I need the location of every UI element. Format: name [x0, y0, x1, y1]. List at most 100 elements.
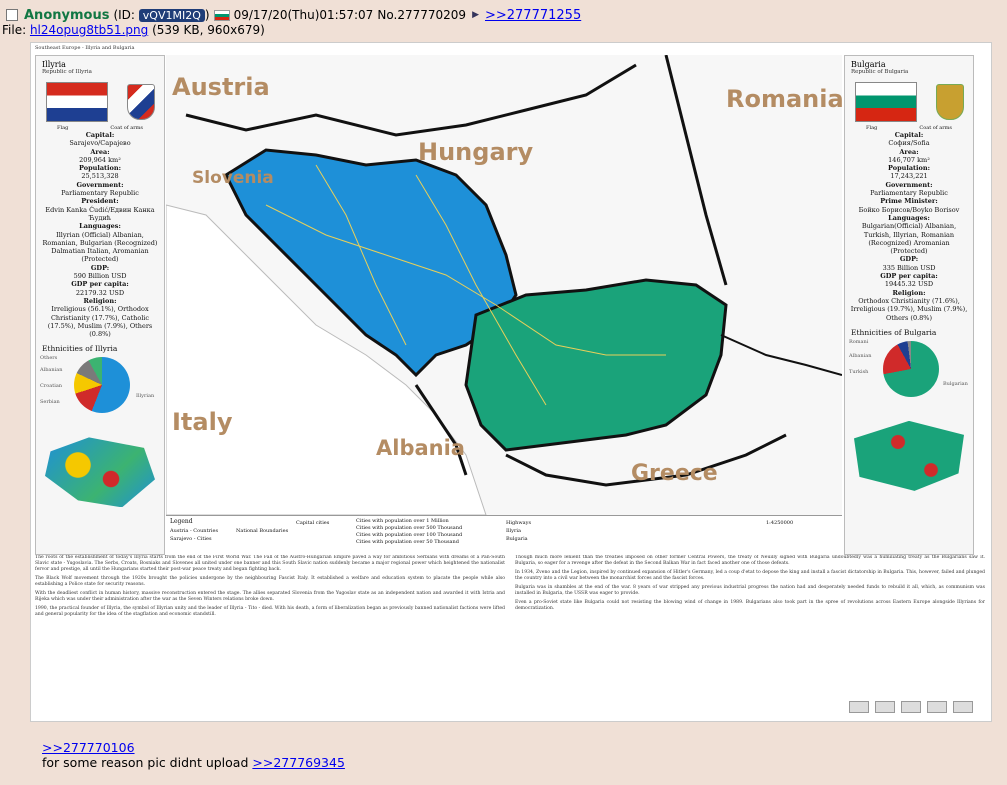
illyria-fact: Government: Parliamentary Republic	[61, 180, 139, 198]
bulgaria-fact: Prime Minister: Бойко Борисов/Boyko Boris…	[858, 197, 960, 214]
bulgaria-fact: Religion: Orthodox Christianity (71.6%), …	[850, 288, 968, 322]
poster-name: Anonymous	[24, 7, 110, 23]
pie-label: Croatian	[40, 383, 63, 390]
logo-icon	[901, 701, 921, 713]
legend-title: Legend	[170, 518, 193, 525]
bulgaria-flag-caption: Flag	[866, 125, 878, 131]
illyria-info-panel: Illyria Republic of Illyria Flag Coat of…	[35, 55, 165, 555]
illyria-flag-caption: Flag	[57, 125, 69, 131]
legend-item: Cities with population over 50 Thousand	[356, 539, 459, 545]
bulgaria-fact: GDP: 335 Billion USD	[882, 255, 936, 272]
pie-label: Bulgarian	[943, 380, 968, 387]
legend-item: Cities with population over 100 Thousand	[356, 532, 463, 538]
history-paragraph: The Black Wolf movement through the 1920…	[35, 576, 505, 587]
bulgaria-coa-caption: Coat of arms	[919, 125, 952, 131]
illyria-fact: GDP: 590 Billion USD	[73, 263, 127, 281]
pie-label: Albanian	[40, 367, 63, 374]
legend-item: Illyria	[506, 528, 521, 534]
pie-label: Albanian	[849, 352, 872, 359]
bulgaria-fact: Languages: Bulgarian(Official) Albanian, …	[861, 213, 957, 256]
illyria-flag	[45, 82, 108, 122]
legend-item: Capital cities	[296, 520, 330, 526]
bulgaria-name: Bulgaria	[851, 60, 886, 69]
legend-item: Austria - Countries	[170, 528, 219, 534]
balkan-map: Austria Hungary Romania Slovenia Italy A…	[166, 55, 842, 515]
logo-icon	[953, 701, 973, 713]
pie-label: Serbian	[40, 399, 60, 406]
file-meta: (539 KB, 960x679)	[152, 23, 265, 37]
quote-link[interactable]: >>277770106	[42, 740, 135, 755]
logo-icon	[927, 701, 947, 713]
bulgaria-ethnicity-pie	[883, 340, 939, 397]
bulgaria-fact: GDP per capita: 19445.32 USD	[880, 272, 938, 289]
legend-item: Cities with population over 500 Thousand	[356, 525, 463, 531]
post-number[interactable]: No.277770209	[377, 8, 466, 22]
post-image[interactable]: Southeast Europe - Illyria and Bulgaria …	[30, 42, 992, 722]
bulgaria-ethnicities-title: Ethnicities of Bulgaria	[851, 327, 937, 337]
legend-scale: 1:4250000	[766, 520, 794, 526]
bulgaria-fact: Capital: София/Sofia	[888, 131, 930, 148]
logo-icon	[849, 701, 869, 713]
illyria-coa-caption: Coat of arms	[110, 125, 143, 131]
bulgaria-fact: Government: Parliamentary Republic	[870, 180, 948, 198]
logo-icon	[875, 701, 895, 713]
illyria-fact: President: Edvin Kanka Ćudić/Едвин Канка …	[45, 197, 155, 222]
map-logos	[849, 701, 973, 713]
bulgaria-fact: Population: 17,243,221	[888, 164, 930, 181]
history-paragraph: Though much more lenient than the treati…	[515, 555, 985, 566]
pie-label: Others	[40, 355, 58, 362]
map-label-hungary: Hungary	[418, 138, 533, 166]
file-info: File: hl24opug8tb51.png (539 KB, 960x679…	[2, 23, 265, 37]
pie-label: Romani	[849, 338, 869, 345]
poster-id[interactable]: (ID: vQV1MI2Q)	[113, 8, 210, 22]
bulgaria-subtitle: Republic of Bulgaria	[851, 69, 909, 75]
poster-id-badge[interactable]: vQV1MI2Q	[138, 9, 205, 22]
history-paragraph: The roots of the establishment of today'…	[35, 555, 505, 572]
file-link[interactable]: hl24opug8tb51.png	[30, 23, 148, 37]
post-comment: >>277770106 for some reason pic didnt up…	[42, 740, 345, 770]
map-label-austria: Austria	[172, 73, 270, 101]
legend-item: Bulgaria	[506, 536, 528, 542]
poster-id-close: )	[204, 8, 210, 22]
bulgaria-history-text: Though much more lenient than the treati…	[515, 555, 985, 695]
poster-id-label: (ID:	[113, 8, 135, 22]
pie-label: Illyrian	[136, 393, 155, 400]
quote-link[interactable]: >>277769345	[252, 755, 345, 770]
legend-item: National Boundaries	[236, 528, 289, 534]
post: Anonymous (ID: vQV1MI2Q) 09/17/20(Thu)01…	[0, 0, 1007, 785]
illyria-ethnicities-title: Ethnicities of Illyria	[42, 344, 118, 354]
illyria-fact: Area: 209,964 km²	[79, 147, 121, 164]
file-prefix: File:	[2, 23, 27, 37]
bulgaria-ethnic-map	[854, 420, 964, 491]
bulgaria-coat-of-arms	[935, 84, 964, 120]
history-paragraph: 1990, the practical founder of Illyria, …	[35, 606, 505, 617]
illyria-fact: Religion: Irreligious (56.1%), Orthodox C…	[47, 296, 153, 339]
map-label-slovenia: Slovenia	[192, 168, 274, 188]
illyria-ethnicity-pie	[74, 357, 130, 414]
history-paragraph: In 1934, Zveno and the Legion, inspired …	[515, 570, 985, 581]
post-menu-arrow-icon[interactable]: ▶	[472, 10, 479, 20]
legend-item: Cities with population over 1 Million	[356, 518, 449, 524]
map-legend: Legend Austria - Countries Sarajevo - Ci…	[166, 515, 842, 554]
map-label-italy: Italy	[172, 408, 233, 436]
illyria-fact: GDP per capita: 22179.32 USD	[71, 280, 129, 297]
illyria-fact: Capital: Sarajevo/Сарајево	[69, 131, 131, 148]
illyria-subtitle: Republic of Illyria	[42, 69, 92, 75]
post-checkbox[interactable]	[6, 9, 18, 21]
bulgaria-info-panel: Bulgaria Republic of Bulgaria Flag Coat …	[844, 55, 974, 555]
illyria-history-text: The roots of the establishment of today'…	[35, 555, 505, 695]
history-paragraph: With the deadliest conflict in human his…	[35, 591, 505, 602]
legend-item: Sarajevo - Cities	[170, 536, 212, 542]
bulgaria-fact: Area: 146,707 km²	[888, 147, 930, 164]
post-header: Anonymous (ID: vQV1MI2Q) 09/17/20(Thu)01…	[6, 6, 581, 24]
illyria-name: Illyria	[42, 60, 66, 69]
map-title: Southeast Europe - Illyria and Bulgaria	[35, 45, 135, 51]
map-label-greece: Greece	[631, 461, 718, 486]
illyria-coat-of-arms	[126, 84, 155, 120]
illyria-fact: Population: 25,513,328	[79, 164, 121, 181]
legend-item: Highways	[506, 520, 532, 526]
history-paragraph: Bulgaria was in shambles at the end of t…	[515, 585, 985, 596]
illyria-ethnic-map	[45, 437, 155, 508]
history-paragraph: Even a pro-Soviet state like Bulgaria co…	[515, 600, 985, 611]
reply-backlink[interactable]: >>277771255	[485, 8, 581, 23]
